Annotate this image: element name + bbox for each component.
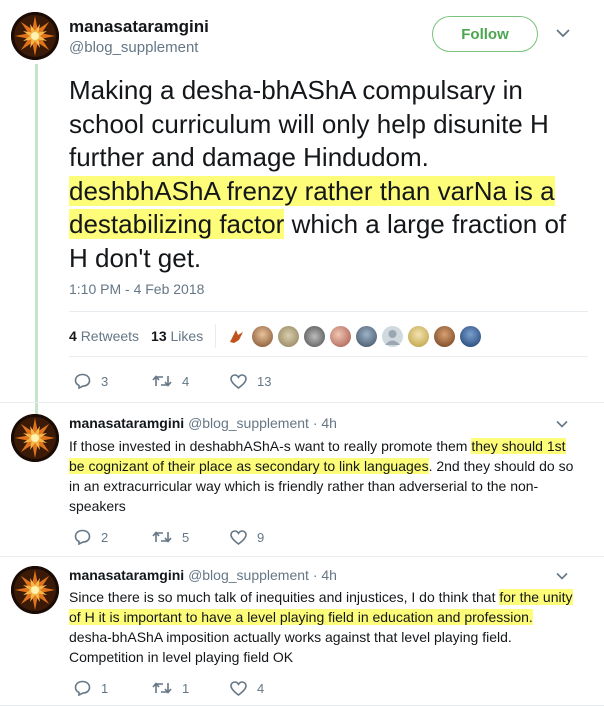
tweet-text-part: Making a desha-bhAShA compulsary in scho… (69, 75, 549, 172)
heart-icon (230, 373, 247, 389)
reply-action[interactable]: 1 (74, 680, 152, 696)
liker-avatars (226, 325, 482, 347)
display-name[interactable]: manasataramgini (69, 415, 184, 431)
reply-count: 2 (101, 529, 109, 545)
liker-avatar[interactable] (382, 325, 404, 347)
liker-avatar[interactable] (278, 325, 300, 347)
retweets-count: 4 (69, 328, 77, 344)
likes-count: 13 (151, 328, 167, 344)
reply-count: 3 (101, 373, 109, 389)
avatar[interactable] (11, 566, 59, 614)
heart-icon (230, 680, 247, 696)
liker-avatar[interactable] (304, 325, 326, 347)
likes-label: Likes (170, 328, 204, 344)
likes-stat[interactable]: 13 Likes (151, 328, 203, 344)
display-name[interactable]: manasataramgini (69, 567, 184, 583)
like-count: 9 (257, 529, 265, 545)
retweet-icon (152, 375, 172, 387)
chevron-down-icon[interactable] (556, 28, 570, 38)
liker-avatar[interactable] (434, 325, 456, 347)
avatar[interactable] (11, 12, 59, 60)
retweet-count: 5 (182, 529, 190, 545)
reply-icon (74, 680, 91, 696)
heart-icon (230, 529, 247, 545)
handle[interactable]: @blog_supplement (188, 567, 309, 583)
retweets-stat[interactable]: 4 Retweets (69, 328, 139, 344)
reply-text-part: desha-bhAShA imposition actually works a… (69, 629, 512, 665)
divider (0, 402, 604, 403)
chevron-down-icon[interactable] (556, 420, 568, 428)
divider (69, 311, 588, 312)
tweet-actions: 1 1 4 (74, 680, 264, 696)
tweet-text: Making a desha-bhAShA compulsary in scho… (69, 74, 584, 275)
avatar[interactable] (11, 414, 59, 462)
divider (0, 556, 604, 557)
reply-text-part: Since there is so much talk of inequitie… (69, 589, 500, 605)
retweet-action[interactable]: 1 (152, 681, 230, 696)
reply-time[interactable]: · 4h (313, 415, 337, 431)
retweet-count: 4 (182, 373, 190, 389)
reply-text-part: If those invested in deshabhAShA-s want … (69, 438, 472, 454)
reply-action[interactable]: 3 (74, 373, 152, 389)
tweet-actions: 2 5 9 (74, 529, 264, 545)
reply-time[interactable]: · 4h (313, 567, 337, 583)
engagement-stats: 4 Retweets 13 Likes (69, 324, 482, 348)
like-count: 13 (257, 373, 272, 389)
retweet-action[interactable]: 5 (152, 530, 230, 545)
liker-avatar[interactable] (330, 325, 352, 347)
retweets-label: Retweets (80, 328, 140, 344)
reply-header: manasataramgini @blog_supplement · 4h (69, 567, 337, 583)
divider (69, 356, 588, 357)
stats-separator (215, 324, 217, 348)
reply-count: 1 (101, 680, 109, 696)
liker-avatar[interactable] (356, 325, 378, 347)
like-count: 4 (257, 680, 265, 696)
display-name[interactable]: manasataramgini (69, 17, 209, 37)
reply-icon (74, 529, 91, 545)
retweet-icon (152, 531, 172, 543)
like-action[interactable]: 9 (230, 530, 264, 545)
liker-avatar[interactable] (226, 325, 248, 347)
tweet-actions: 3 4 13 (74, 373, 271, 389)
reply-header: manasataramgini @blog_supplement · 4h (69, 415, 337, 431)
like-action[interactable]: 4 (230, 681, 264, 696)
retweet-action[interactable]: 4 (152, 374, 230, 389)
reply-text: If those invested in deshabhAShA-s want … (69, 436, 574, 516)
timestamp[interactable]: 1:10 PM - 4 Feb 2018 (69, 281, 204, 297)
retweet-icon (152, 682, 172, 694)
reply-text: Since there is so much talk of inequitie… (69, 587, 574, 667)
liker-avatar[interactable] (408, 325, 430, 347)
reply-action[interactable]: 2 (74, 529, 152, 545)
liker-avatar[interactable] (460, 325, 482, 347)
handle[interactable]: @blog_supplement (188, 415, 309, 431)
follow-button[interactable]: Follow (432, 16, 538, 52)
liker-avatar[interactable] (252, 325, 274, 347)
reply-icon (74, 373, 91, 389)
retweet-count: 1 (182, 680, 190, 696)
like-action[interactable]: 13 (230, 374, 271, 389)
chevron-down-icon[interactable] (556, 572, 568, 580)
handle[interactable]: @blog_supplement (69, 39, 198, 56)
thread-line (35, 64, 38, 414)
